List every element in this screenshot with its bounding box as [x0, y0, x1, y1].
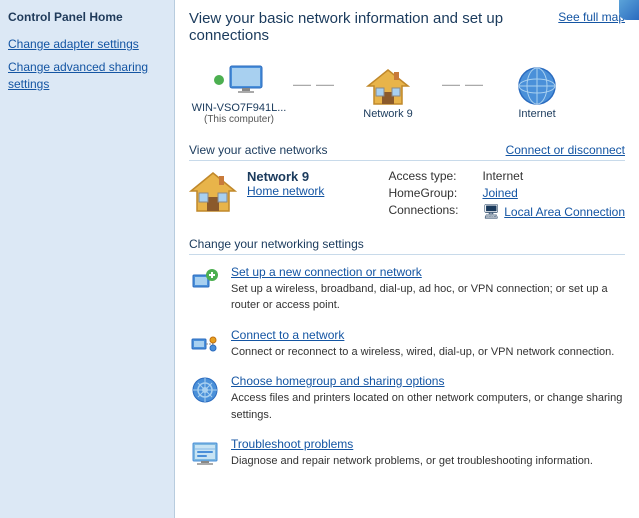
diagram-computer: WIN-VSO7F941L... (This computer): [189, 60, 289, 125]
homegroup-icon: [189, 374, 221, 406]
new-connection-content: Set up a new connection or network Set u…: [231, 265, 625, 314]
setting-item-new-connection: Set up a new connection or network Set u…: [189, 265, 625, 314]
globe-svg: [516, 66, 558, 106]
active-networks-header: View your active networks Connect or dis…: [189, 143, 625, 161]
homegroup-label: HomeGroup:: [388, 186, 478, 200]
access-type-value: Internet: [482, 169, 523, 183]
connections-value[interactable]: Local Area Connection: [504, 205, 625, 219]
homegroup-row: HomeGroup: Joined: [388, 186, 625, 200]
setting-item-connect-network: Connect to a network Connect or reconnec…: [189, 328, 625, 360]
house-svg: [366, 66, 410, 106]
homegroup-desc: Access files and printers located on oth…: [231, 392, 622, 420]
arrow-2: — —: [442, 74, 483, 95]
connection-with-icon: 🖥 Local Area Connection: [482, 203, 625, 220]
homegroup-content: Choose homegroup and sharing options Acc…: [231, 374, 625, 423]
main-title-bar: View your basic network information and …: [189, 10, 625, 44]
network-name-area: Network 9 Home network: [247, 169, 378, 198]
page-title: View your basic network information and …: [189, 10, 548, 44]
active-networks-title: View your active networks: [189, 143, 328, 157]
diagram-internet-name: Internet: [518, 108, 555, 120]
new-connection-svg: [191, 267, 219, 295]
diagram-internet: Internet: [487, 66, 587, 120]
troubleshoot-icon: [189, 437, 221, 469]
connect-network-icon: [189, 328, 221, 360]
corner-decoration: [619, 0, 639, 20]
setting-item-troubleshoot: Troubleshoot problems Diagnose and repai…: [189, 437, 625, 469]
network-diagram: WIN-VSO7F941L... (This computer) — —: [189, 54, 625, 131]
active-network-name: Network 9: [247, 169, 378, 184]
connect-network-content: Connect to a network Connect or reconnec…: [231, 328, 614, 360]
diagram-computer-name: WIN-VSO7F941L...: [192, 102, 287, 114]
diagram-computer-sublabel: (This computer): [204, 114, 274, 125]
network-card: Network 9 Home network Access type: Inte…: [189, 169, 625, 223]
homegroup-value[interactable]: Joined: [482, 186, 517, 200]
connection-icon: 🖥: [482, 203, 500, 220]
connections-label: Connections:: [388, 203, 478, 220]
connections-row: Connections: 🖥 Local Area Connection: [388, 203, 625, 220]
status-dot: [214, 75, 224, 85]
network-house-svg: [189, 169, 237, 213]
arrow-1: — —: [293, 74, 334, 95]
computer-icon: [215, 60, 263, 100]
house-icon: [364, 66, 412, 106]
diagram-network: Network 9: [338, 66, 438, 120]
new-connection-desc: Set up a wireless, broadband, dial-up, a…: [231, 283, 608, 311]
network-type-link[interactable]: Home network: [247, 184, 324, 198]
diagram-network-name: Network 9: [363, 108, 413, 120]
sidebar: Control Panel Home Change adapter settin…: [0, 0, 175, 518]
sidebar-link-adapter[interactable]: Change adapter settings: [8, 36, 166, 53]
setting-item-homegroup: Choose homegroup and sharing options Acc…: [189, 374, 625, 423]
new-connection-link[interactable]: Set up a new connection or network: [231, 265, 625, 279]
main-content: View your basic network information and …: [175, 0, 639, 518]
access-type-label: Access type:: [388, 169, 478, 183]
globe-icon: [513, 66, 561, 106]
see-full-map-link[interactable]: See full map: [558, 10, 625, 24]
sidebar-link-advanced-sharing[interactable]: Change advanced sharingsettings: [8, 59, 166, 93]
new-connection-icon: [189, 265, 221, 297]
troubleshoot-desc: Diagnose and repair network problems, or…: [231, 455, 593, 467]
connect-disconnect-link[interactable]: Connect or disconnect: [506, 143, 625, 157]
connect-network-svg: [191, 330, 219, 358]
homegroup-svg: [191, 376, 219, 404]
monitor-svg: [228, 64, 264, 96]
sidebar-title: Control Panel Home: [8, 10, 166, 24]
change-settings-title: Change your networking settings: [189, 237, 625, 255]
network-details: Access type: Internet HomeGroup: Joined …: [388, 169, 625, 223]
homegroup-link[interactable]: Choose homegroup and sharing options: [231, 374, 625, 388]
connect-network-desc: Connect or reconnect to a wireless, wire…: [231, 346, 614, 358]
access-type-row: Access type: Internet: [388, 169, 625, 183]
network-house-icon: [189, 169, 237, 222]
troubleshoot-content: Troubleshoot problems Diagnose and repai…: [231, 437, 593, 469]
troubleshoot-link[interactable]: Troubleshoot problems: [231, 437, 593, 451]
connect-network-link[interactable]: Connect to a network: [231, 328, 614, 342]
troubleshoot-svg: [191, 439, 219, 467]
